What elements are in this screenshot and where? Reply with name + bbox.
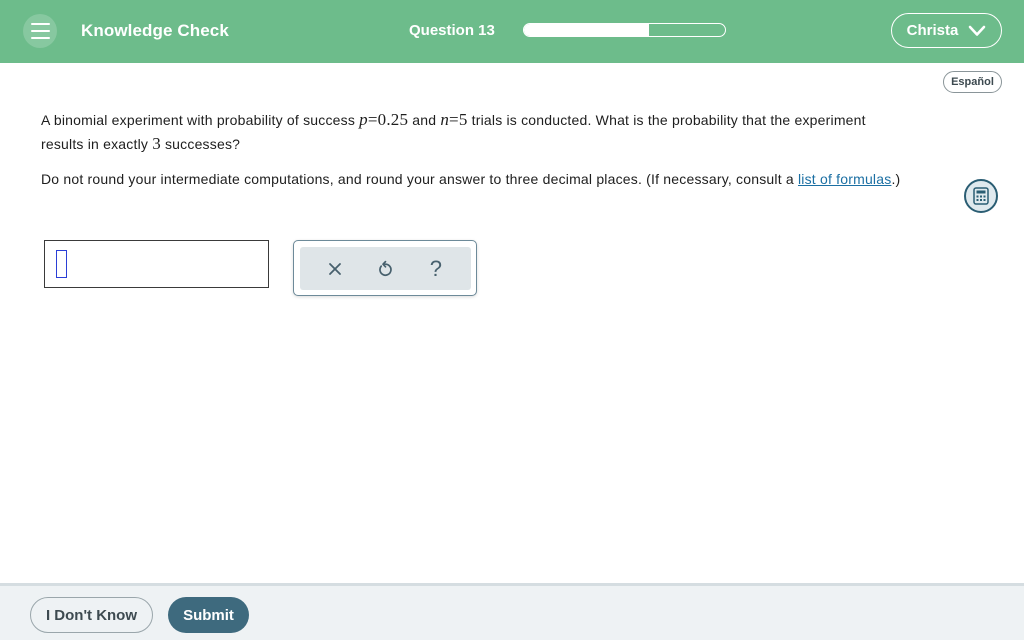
toolbar-inner: ? [300,247,471,290]
top-header: Knowledge Check Question 13 Christa [0,0,1024,63]
user-menu-button[interactable]: Christa [891,13,1002,48]
math-p: p=0.25 [359,110,409,129]
undo-button[interactable] [373,257,397,281]
instruction-text: Do not round your intermediate computati… [41,171,901,187]
progress-bar [523,23,726,37]
chevron-down-icon [969,25,986,36]
close-icon [329,262,342,275]
user-name: Christa [906,22,959,39]
clear-button[interactable] [323,257,347,281]
progress-fill [524,24,649,36]
calculator-button[interactable] [964,179,998,213]
language-toggle-button[interactable]: Español [943,71,1002,93]
app-title: Knowledge Check [81,21,229,40]
help-icon: ? [429,255,442,281]
math-k: 3 [152,134,161,153]
question-number: Question 13 [409,22,495,39]
calculator-icon [973,187,989,205]
math-n: n=5 [440,110,468,129]
dont-know-button[interactable]: I Don't Know [30,597,153,633]
answer-input[interactable] [44,240,269,288]
question-text: A binomial experiment with probability o… [41,110,866,153]
undo-icon [379,260,393,276]
formulas-link[interactable]: list of formulas [798,171,891,187]
submit-button[interactable]: Submit [168,597,249,633]
answer-toolbar: ? [293,240,477,296]
help-button[interactable]: ? [424,255,448,281]
menu-icon[interactable] [23,14,57,48]
footer-bar: I Don't Know Submit [0,583,1024,640]
input-cursor [56,250,67,278]
